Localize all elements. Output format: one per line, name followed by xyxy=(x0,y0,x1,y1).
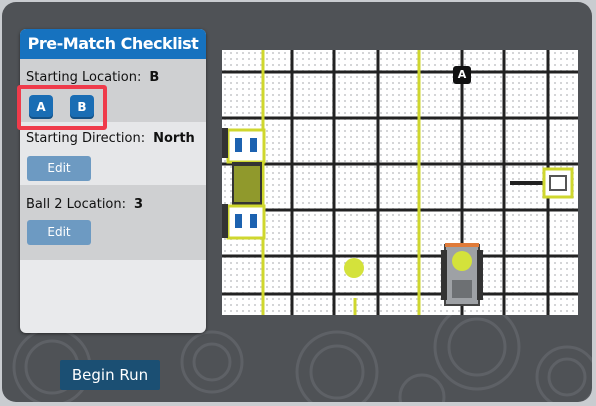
ball-location-section: Ball 2 Location: 3 Edit xyxy=(20,185,206,260)
robot xyxy=(441,243,483,306)
ball-location-label: Ball 2 Location: xyxy=(26,197,127,212)
starting-location-label: Starting Location: xyxy=(26,70,142,85)
ball-marker xyxy=(344,258,364,278)
edit-direction-button[interactable]: Edit xyxy=(27,156,91,181)
app-window: Pre-Match Checklist Starting Location: B … xyxy=(2,2,592,402)
field-grid xyxy=(222,50,578,315)
starting-direction-label: Starting Direction: xyxy=(26,131,146,146)
ball-location-value: 3 xyxy=(134,197,144,212)
goal-marker-a: A xyxy=(453,66,471,84)
panel-title: Pre-Match Checklist xyxy=(20,29,206,59)
pre-match-checklist-panel: Pre-Match Checklist Starting Location: B … xyxy=(20,29,206,333)
starting-location-value: B xyxy=(149,70,160,85)
playing-field[interactable]: A xyxy=(222,50,578,315)
starting-direction-section: Starting Direction: North Edit xyxy=(20,122,206,185)
begin-run-button[interactable]: Begin Run xyxy=(60,360,160,390)
location-selection-highlight xyxy=(17,85,107,130)
edit-ball-location-button[interactable]: Edit xyxy=(27,220,91,245)
starting-direction-value: North xyxy=(153,131,195,146)
